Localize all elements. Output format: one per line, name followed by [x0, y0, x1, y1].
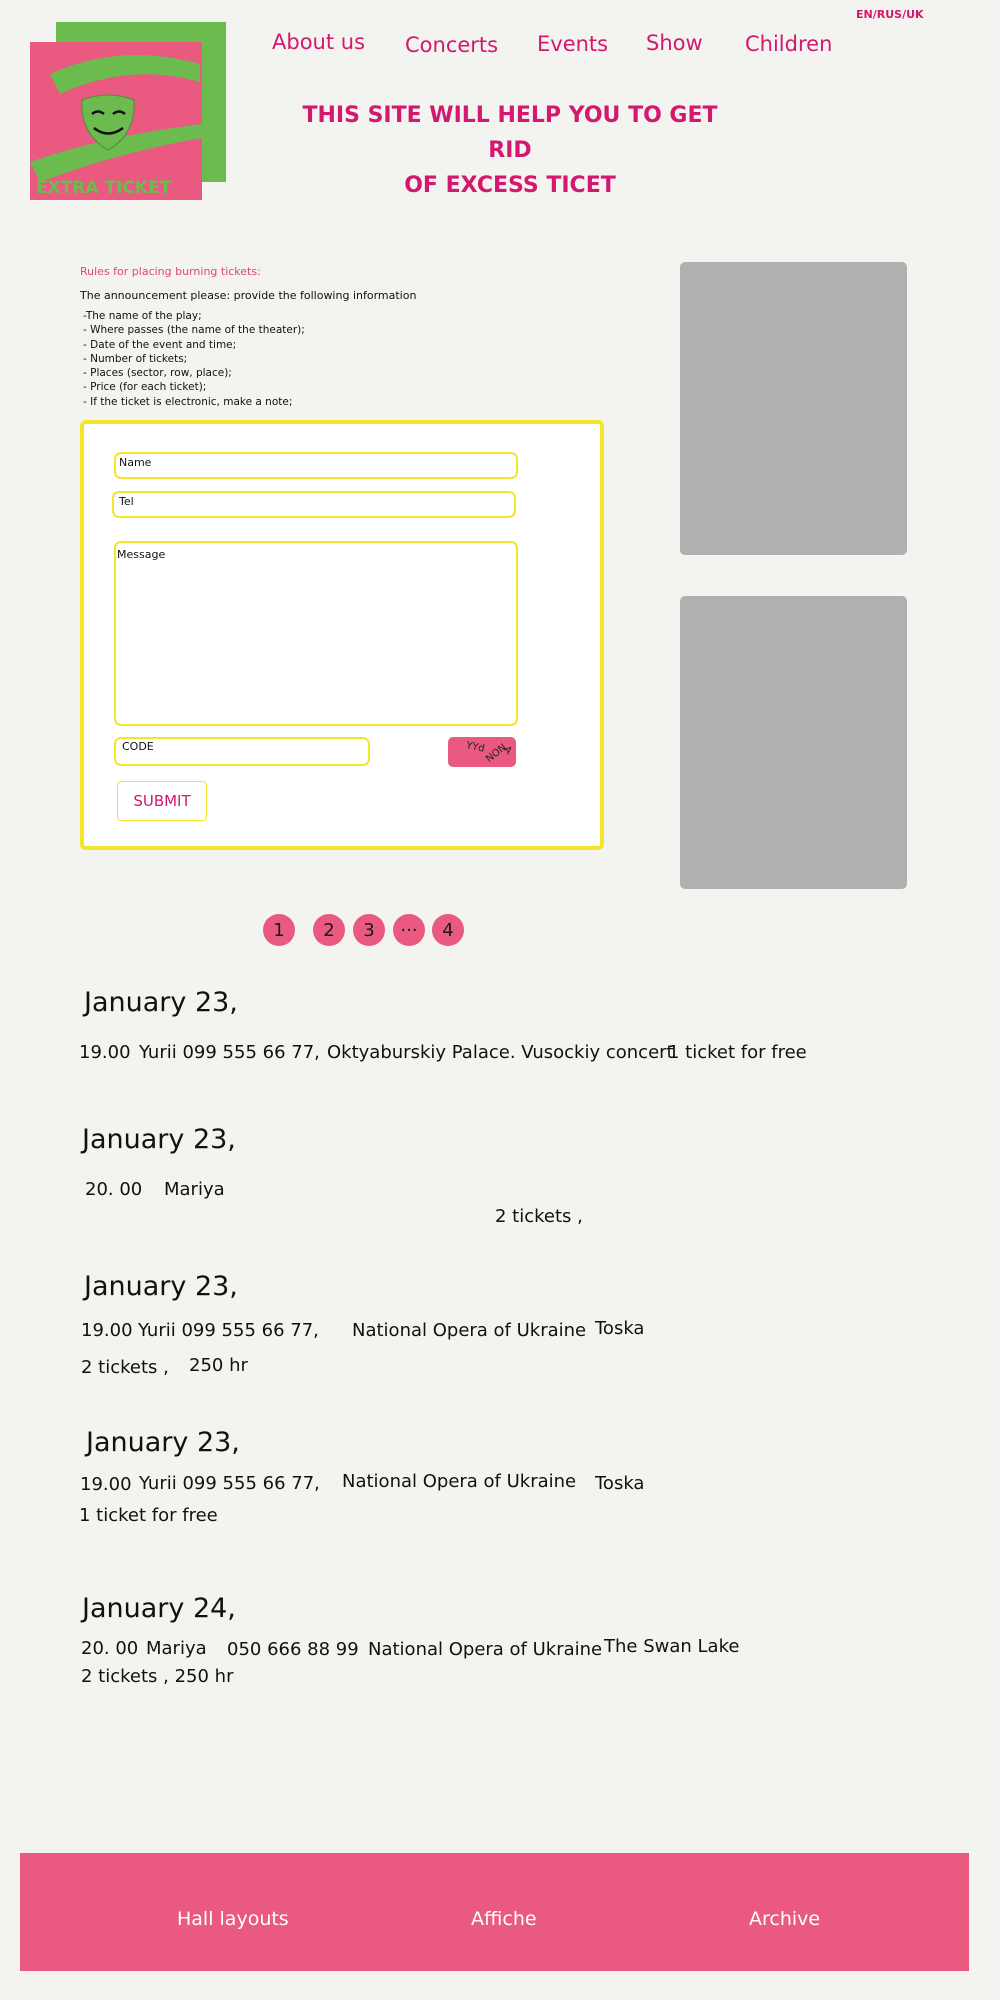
- ad-banner-bottom[interactable]: [680, 596, 907, 889]
- listing-time: 20. 00: [81, 1638, 139, 1659]
- page-button-ellipsis[interactable]: ···: [393, 914, 425, 946]
- rules-item: -The name of the play;: [83, 310, 202, 322]
- submit-button[interactable]: SUBMIT: [117, 781, 207, 821]
- tel-field-label: Tel: [119, 495, 134, 508]
- page-button-4[interactable]: 4: [432, 914, 464, 946]
- listing-tickets: 1 ticket for free: [668, 1042, 807, 1063]
- listing-price: 250 hr: [189, 1355, 248, 1376]
- nav-show[interactable]: Show: [646, 31, 703, 55]
- ad-banner-top[interactable]: [680, 262, 907, 555]
- rules-item: - Price (for each ticket);: [83, 381, 207, 394]
- name-field[interactable]: Name: [114, 452, 518, 479]
- captcha-image: YYd NON A: [448, 737, 516, 767]
- listing-date: January 23,: [84, 987, 238, 1018]
- rules-intro: The announcement please: provide the fol…: [80, 289, 417, 302]
- listing-place: Oktyaburskiy Palace. Vusockiy concert: [327, 1042, 674, 1063]
- footer-link-archive[interactable]: Archive: [749, 1908, 820, 1930]
- rules-item: - Date of the event and time;: [83, 338, 237, 351]
- message-field-label: Message: [117, 548, 166, 561]
- listing-place: National Opera of Ukraine: [352, 1320, 587, 1341]
- nav-events[interactable]: Events: [537, 32, 608, 56]
- nav-children[interactable]: Children: [745, 32, 832, 56]
- listing-place: National Opera of Ukraine: [368, 1639, 603, 1660]
- listing-phone: 050 666 88 99: [227, 1639, 359, 1660]
- rules-list: -The name of the play; - Where passes (t…: [83, 309, 305, 409]
- listing-place: National Opera of Ukraine: [342, 1471, 577, 1492]
- nav-about-us[interactable]: About us: [272, 30, 365, 54]
- rules-item: - Where passes (the name of the theater)…: [83, 324, 305, 337]
- logo[interactable]: [30, 42, 202, 200]
- listing-contact: Yurii 099 555 66 77,: [139, 1042, 320, 1063]
- page-button-3[interactable]: 3: [353, 914, 385, 946]
- listing-contact: Mariya: [164, 1179, 225, 1200]
- code-field-label: CODE: [122, 740, 154, 753]
- logo-text: EXTRA TICKET: [36, 178, 172, 198]
- page-headline: THIS SITE WILL HELP YOU TO GET RID OF EX…: [290, 98, 730, 203]
- listing-show: Toska: [595, 1473, 645, 1494]
- footer-link-hall-layouts[interactable]: Hall layouts: [177, 1908, 289, 1930]
- listing-date: January 23,: [84, 1271, 238, 1302]
- page-button-1[interactable]: 1: [263, 914, 295, 946]
- code-field[interactable]: CODE: [114, 737, 370, 766]
- headline-line-1: THIS SITE WILL HELP YOU TO GET RID: [302, 103, 718, 163]
- headline-line-2: OF EXCESS TICET: [404, 173, 616, 198]
- rules-title: Rules for placing burning tickets:: [80, 265, 261, 278]
- rules-item: - Places (sector, row, place);: [83, 367, 232, 380]
- name-field-label: Name: [119, 456, 152, 469]
- nav-concerts[interactable]: Concerts: [405, 33, 498, 57]
- listing-contact: Mariya: [146, 1638, 207, 1659]
- listing-time: 19.00: [79, 1042, 131, 1063]
- listing-date: January 23,: [86, 1427, 240, 1458]
- listing-time: 20. 00: [85, 1179, 143, 1200]
- captcha-text-1: YYd: [465, 740, 486, 755]
- footer-link-affiche[interactable]: Affiche: [471, 1908, 537, 1930]
- page-button-2[interactable]: 2: [313, 914, 345, 946]
- listing-date: January 24,: [82, 1593, 236, 1624]
- listing-time: 19.00: [80, 1474, 132, 1495]
- listing-contact: Yurii 099 555 66 77,: [138, 1320, 319, 1341]
- rules-item: - Number of tickets;: [83, 352, 188, 365]
- listing-tickets: 2 tickets ,: [495, 1206, 583, 1227]
- listing-tickets-price: 2 tickets , 250 hr: [81, 1666, 234, 1687]
- language-switch[interactable]: EN/RUS/UK: [856, 8, 924, 21]
- listing-contact: Yurii 099 555 66 77,: [139, 1473, 320, 1494]
- listing-tickets: 1 ticket for free: [79, 1505, 218, 1526]
- message-field[interactable]: Message: [114, 541, 518, 726]
- tel-field[interactable]: Tel: [112, 491, 516, 518]
- listing-show: Toska: [595, 1318, 645, 1339]
- listing-show: The Swan Lake: [604, 1636, 740, 1657]
- rules-item: - If the ticket is electronic, make a no…: [83, 395, 293, 408]
- listing-date: January 23,: [82, 1124, 236, 1155]
- listing-time: 19.00: [81, 1320, 133, 1341]
- listing-tickets: 2 tickets ,: [81, 1357, 169, 1378]
